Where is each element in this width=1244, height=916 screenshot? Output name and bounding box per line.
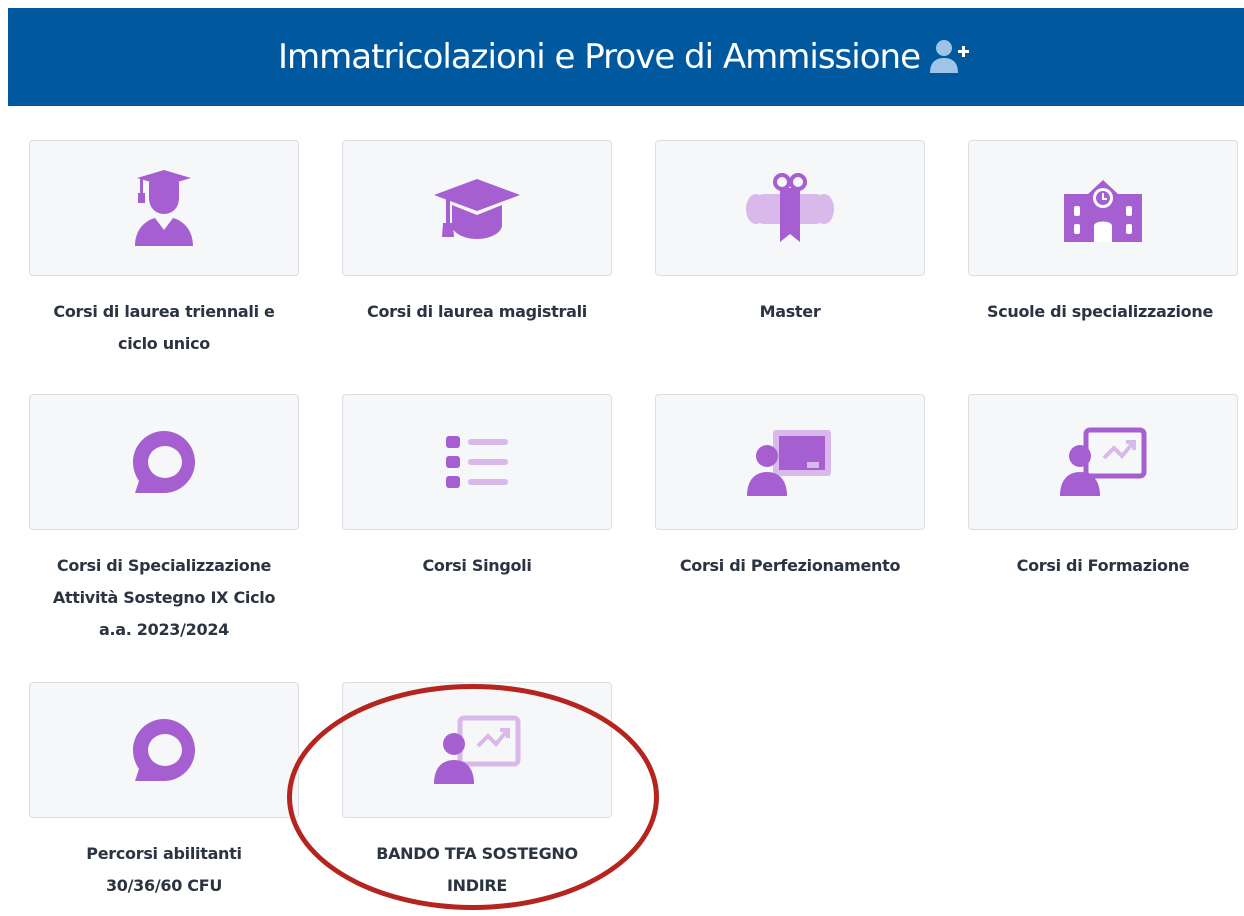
tile-master[interactable] xyxy=(655,140,925,276)
tile-label-master[interactable]: Master xyxy=(645,296,935,328)
tile-corsi-singoli[interactable] xyxy=(342,394,612,530)
tile-bando-tfa-sostegno[interactable] xyxy=(342,682,612,818)
tile-corsi-specializzazione-sostegno[interactable] xyxy=(29,394,299,530)
tile-corsi-perfezionamento[interactable] xyxy=(655,394,925,530)
tile-label-corsi-laurea-magistrali[interactable]: Corsi di laurea magistrali xyxy=(332,296,622,328)
list-icon xyxy=(429,414,525,510)
tile-label-bando-tfa-sostegno[interactable]: BANDO TFA SOSTEGNO INDIRE xyxy=(332,838,622,902)
presentation-chart-icon xyxy=(1055,414,1151,510)
tile-label-scuole-specializzazione[interactable]: Scuole di specializzazione xyxy=(955,296,1244,328)
tile-label-corsi-laurea-triennali[interactable]: Corsi di laurea triennali e ciclo unico xyxy=(19,296,309,360)
tile-label-corsi-perfezionamento[interactable]: Corsi di Perfezionamento xyxy=(645,550,935,582)
tile-label-corsi-singoli[interactable]: Corsi Singoli xyxy=(332,550,622,582)
page-header: Immatricolazioni e Prove di Ammissione xyxy=(8,8,1244,106)
tile-label-percorsi-abilitanti[interactable]: Percorsi abilitanti 30/36/60 CFU xyxy=(19,838,309,902)
graduation-cap-icon xyxy=(429,160,525,256)
tile-scuole-specializzazione[interactable] xyxy=(968,140,1238,276)
tile-percorsi-abilitanti[interactable] xyxy=(29,682,299,818)
teacher-board-icon xyxy=(742,414,838,510)
speech-bubble-icon xyxy=(116,414,212,510)
tile-label-corsi-specializzazione-sostegno[interactable]: Corsi di Specializzazione Attività Soste… xyxy=(19,550,309,646)
graduate-student-icon xyxy=(116,160,212,256)
diploma-scroll-icon xyxy=(742,160,838,256)
school-building-icon xyxy=(1055,160,1151,256)
tile-corsi-formazione[interactable] xyxy=(968,394,1238,530)
presentation-chart-icon xyxy=(429,702,525,798)
speech-bubble-icon xyxy=(116,702,212,798)
tile-corsi-laurea-triennali[interactable] xyxy=(29,140,299,276)
tile-label-corsi-formazione[interactable]: Corsi di Formazione xyxy=(958,550,1244,582)
user-plus-icon xyxy=(928,37,974,77)
tile-corsi-laurea-magistrali[interactable] xyxy=(342,140,612,276)
page-title: Immatricolazioni e Prove di Ammissione xyxy=(278,37,921,77)
